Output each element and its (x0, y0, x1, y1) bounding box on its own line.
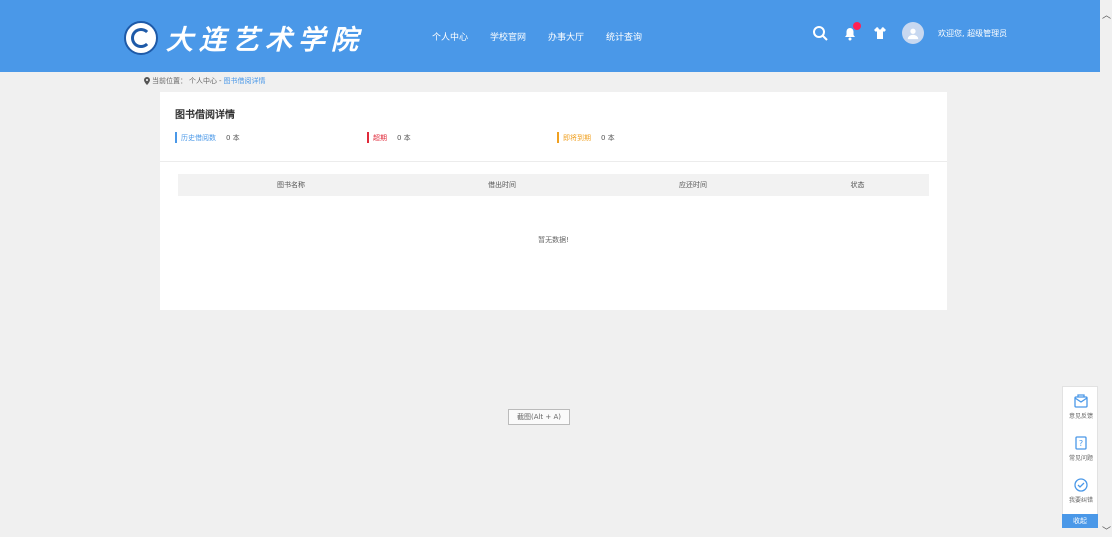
floating-side-panel: 意见反馈 ? 常见问题 我要纠错 (1062, 386, 1098, 528)
top-navigation-bar: 大连艺术学院 个人中心 学校官网 办事大厅 统计查询 欢迎您, 超级管理员 (0, 0, 1100, 72)
stat-label: 超期 (373, 133, 387, 142)
scroll-up-arrow-icon[interactable]: ︿ (1101, 8, 1112, 22)
notification-bell-icon[interactable] (842, 22, 861, 41)
stat-overdue: 超期 0 本 (367, 132, 411, 143)
shirt-icon[interactable] (872, 25, 888, 41)
stat-marker (367, 132, 369, 143)
location-pin-icon (144, 77, 150, 85)
breadcrumb-separator: - (219, 77, 222, 85)
scroll-down-arrow-icon[interactable]: ﹀ (1101, 524, 1112, 537)
report-error-button[interactable]: 我要纠错 (1063, 477, 1099, 504)
breadcrumb-current: 图书借阅详情 (223, 77, 266, 85)
stat-due-soon: 即将到期 0 本 (557, 132, 615, 143)
feedback-label: 意见反馈 (1068, 413, 1093, 420)
screenshot-shortcut-hint: 截图(Alt + A) (508, 409, 570, 425)
borrow-details-card: 图书借阅详情 历史借阅数 0 本 超期 0 本 即将到期 0 本 图书名称 借出… (160, 92, 947, 310)
collapse-panel-button[interactable]: 收起 (1062, 514, 1098, 528)
stat-value: 0 本 (601, 133, 615, 142)
faq-button[interactable]: ? 常见问题 (1063, 435, 1099, 462)
user-avatar[interactable] (902, 22, 924, 44)
breadcrumb-parent[interactable]: 个人中心 (189, 76, 217, 86)
table-header: 图书名称 借出时间 应还时间 状态 (178, 174, 929, 196)
school-seal-icon (124, 20, 158, 55)
column-header-due-time: 应还时间 (679, 181, 707, 189)
stat-marker (175, 132, 177, 143)
welcome-text: 欢迎您, 超级管理员 (938, 28, 1008, 38)
stat-marker (557, 132, 559, 143)
header-actions: 欢迎您, 超级管理员 (812, 22, 1007, 44)
svg-text:?: ? (1079, 439, 1083, 448)
empty-state-text: 暂无数据! (538, 236, 569, 244)
nav-statistics-query[interactable]: 统计查询 (606, 30, 642, 43)
faq-icon: ? (1075, 436, 1087, 450)
stat-label: 历史借阅数 (181, 133, 216, 142)
page-title: 图书借阅详情 (175, 110, 235, 121)
stat-value: 0 本 (226, 133, 240, 142)
report-error-label: 我要纠错 (1068, 497, 1093, 504)
stat-history-borrowed: 历史借阅数 0 本 (175, 132, 240, 143)
report-error-icon (1074, 478, 1088, 492)
school-name: 大连艺术学院 (166, 25, 364, 56)
main-nav: 个人中心 学校官网 办事大厅 统计查询 (432, 30, 642, 43)
nav-service-hall[interactable]: 办事大厅 (548, 30, 584, 43)
nav-personal-center[interactable]: 个人中心 (432, 30, 468, 43)
stat-label: 即将到期 (563, 133, 591, 142)
card-header: 图书借阅详情 历史借阅数 0 本 超期 0 本 即将到期 0 本 (160, 92, 947, 162)
column-header-borrow-time: 借出时间 (488, 181, 516, 189)
search-icon[interactable] (812, 25, 828, 41)
feedback-button[interactable]: 意见反馈 (1063, 393, 1099, 420)
breadcrumb: 当前位置： 个人中心 - 图书借阅详情 (144, 76, 266, 86)
breadcrumb-prefix: 当前位置： (152, 77, 187, 85)
faq-label: 常见问题 (1068, 455, 1093, 462)
column-header-book-name: 图书名称 (277, 181, 305, 189)
school-logo[interactable]: 大连艺术学院 (124, 18, 364, 57)
feedback-icon (1074, 394, 1088, 408)
notification-badge (853, 22, 861, 30)
column-header-status: 状态 (850, 181, 865, 189)
nav-school-website[interactable]: 学校官网 (490, 30, 526, 43)
stat-value: 0 本 (397, 133, 411, 142)
